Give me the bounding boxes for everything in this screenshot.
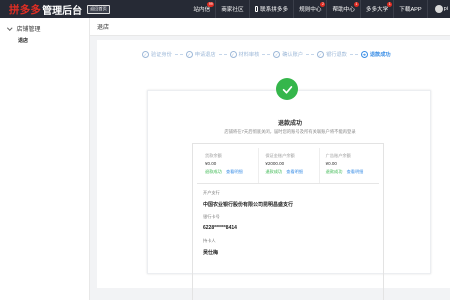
account-amount: ¥0.00 bbox=[325, 161, 337, 166]
step-apply: ✓ 申请退店 bbox=[185, 51, 216, 58]
logo[interactable]: 拼多多 管理后台 bbox=[9, 2, 82, 17]
sidebar-section-store[interactable]: 店铺管理 bbox=[0, 18, 89, 33]
top-nav: 站内信 99 商家社区 联系拼多多 规则中心 2 帮助中心 1 多多大学 1 下… bbox=[188, 0, 450, 18]
nav-help[interactable]: 帮助中心 1 bbox=[326, 0, 359, 18]
check-circle-icon: ✓ bbox=[142, 51, 149, 58]
check-circle-icon: ✓ bbox=[317, 51, 325, 58]
user-menu[interactable]: pi bbox=[426, 0, 450, 18]
nav-help-label: 帮助中心 bbox=[332, 7, 355, 13]
nav-download-app[interactable]: 下载APP bbox=[393, 0, 426, 18]
step-bank-refund: ✓ 银行退款 bbox=[317, 51, 347, 58]
logo-brand: 拼多多 bbox=[9, 3, 42, 16]
step-label: 验证身份 bbox=[151, 52, 172, 58]
sidebar-section-label: 店铺管理 bbox=[16, 27, 41, 33]
step-confirm-account: ✓ 确认账户 bbox=[273, 51, 303, 58]
bank-branch-label: 开户支行 bbox=[203, 190, 220, 195]
step-divider bbox=[262, 54, 271, 55]
messages-badge: 99 bbox=[207, 2, 215, 7]
progress-steps: ✓ 验证身份 ✓ 申请退店 ✓ 材料审核 ✓ 确认账户 ✓ 银行退款 ➔ 退款成… bbox=[142, 51, 442, 58]
nav-university-label: 多多大学 bbox=[365, 7, 389, 13]
check-circle-icon: ✓ bbox=[273, 51, 281, 58]
refund-info-box: 货款余额 ¥0.00 退款成功 查看明细 保证金账户余额 ¥2000.00 退款… bbox=[192, 143, 384, 300]
nav-community-label: 商家社区 bbox=[221, 7, 244, 13]
step-divider bbox=[174, 54, 183, 55]
university-badge: 1 bbox=[387, 2, 393, 7]
bank-branch-value: 中国农业银行股份有限公司昆明昌盛支行 bbox=[203, 202, 294, 208]
help-badge: 1 bbox=[353, 2, 359, 7]
account-label: 货款余额 bbox=[205, 153, 222, 158]
logo-title: 管理后台 bbox=[42, 5, 83, 17]
nav-rules[interactable]: 规则中心 2 bbox=[293, 0, 326, 18]
step-divider bbox=[306, 54, 315, 55]
nav-contact-label: 联系拼多多 bbox=[260, 7, 289, 13]
breadcrumb-current: 退店 bbox=[97, 25, 110, 31]
step-label: 确认账户 bbox=[282, 52, 304, 58]
nav-university[interactable]: 多多大学 1 bbox=[359, 0, 393, 18]
view-details-link[interactable]: 查看明细 bbox=[286, 169, 303, 174]
refund-status: 退款成功 bbox=[325, 169, 343, 174]
step-label: 申请退店 bbox=[194, 52, 216, 58]
card-number-label: 银行卡号 bbox=[203, 214, 220, 219]
account-amount: ¥0.00 bbox=[205, 161, 217, 166]
result-description: 店铺将在7天后彻底关闭，届时您的账号及所有关联账户将不能再登录 bbox=[224, 129, 356, 134]
nav-community[interactable]: 商家社区 bbox=[215, 0, 248, 18]
step-divider bbox=[218, 54, 227, 55]
nav-download-label: 下载APP bbox=[399, 7, 422, 13]
nav-messages[interactable]: 站内信 99 bbox=[188, 0, 215, 18]
success-check-icon bbox=[276, 78, 298, 100]
sidebar: 店铺管理 退店 bbox=[0, 18, 90, 300]
arrow-circle-icon: ➔ bbox=[360, 51, 368, 58]
rules-badge: 2 bbox=[320, 2, 326, 7]
avatar bbox=[434, 5, 443, 13]
account-label: 保证金账户余额 bbox=[265, 153, 295, 158]
step-label: 银行退款 bbox=[326, 52, 347, 58]
refund-status: 退款成功 bbox=[265, 169, 283, 174]
return-home-button[interactable]: 返回首页 bbox=[87, 4, 110, 14]
card-holder-label: 持卡人 bbox=[203, 238, 216, 243]
account-goods-balance: 货款余额 ¥0.00 退款成功 查看明细 bbox=[197, 148, 258, 183]
step-review: ✓ 材料审核 bbox=[229, 51, 260, 58]
step-refund-success: ➔ 退款成功 bbox=[360, 51, 391, 58]
card-holder-value: 吴仕梅 bbox=[203, 250, 219, 256]
top-bar: 拼多多 管理后台 返回首页 站内信 99 商家社区 联系拼多多 规则中心 2 帮… bbox=[0, 0, 450, 18]
account-label: 广告账户余额 bbox=[325, 153, 351, 158]
card-number-value: 6228******8414 bbox=[203, 225, 237, 231]
step-label: 材料审核 bbox=[238, 52, 260, 58]
view-details-link[interactable]: 查看明细 bbox=[347, 169, 364, 174]
account-deposit-balance: 保证金账户余额 ¥2000.00 退款成功 查看明细 bbox=[258, 148, 318, 183]
result-panel: 退款成功 店铺将在7天后彻底关闭，届时您的账号及所有关联账户将不能再登录 货款余… bbox=[147, 78, 431, 300]
step-verify: ✓ 验证身份 bbox=[142, 51, 172, 58]
account-amount: ¥2000.00 bbox=[265, 161, 285, 166]
breadcrumb: 退店 bbox=[90, 18, 450, 36]
main-content: ✓ 验证身份 ✓ 申请退店 ✓ 材料审核 ✓ 确认账户 ✓ 银行退款 ➔ 退款成… bbox=[97, 40, 450, 300]
check-circle-icon: ✓ bbox=[229, 51, 237, 58]
phone-icon bbox=[254, 6, 259, 12]
step-label: 退款成功 bbox=[369, 52, 391, 58]
nav-rules-label: 规则中心 bbox=[299, 7, 322, 13]
user-name: pi bbox=[443, 6, 448, 12]
result-title: 退款成功 bbox=[277, 121, 302, 127]
view-details-link[interactable]: 查看明细 bbox=[226, 169, 243, 174]
chevron-down-icon bbox=[7, 25, 13, 30]
account-ads-balance: 广告账户余额 ¥0.00 退款成功 查看明细 bbox=[318, 148, 379, 183]
nav-contact[interactable]: 联系拼多多 bbox=[248, 0, 293, 18]
sidebar-item-close-store[interactable]: 退店 bbox=[0, 33, 89, 44]
refund-status: 退款成功 bbox=[205, 169, 222, 174]
check-circle-icon: ✓ bbox=[185, 51, 193, 58]
account-balances: 货款余额 ¥0.00 退款成功 查看明细 保证金账户余额 ¥2000.00 退款… bbox=[197, 148, 379, 184]
step-divider bbox=[349, 54, 358, 55]
